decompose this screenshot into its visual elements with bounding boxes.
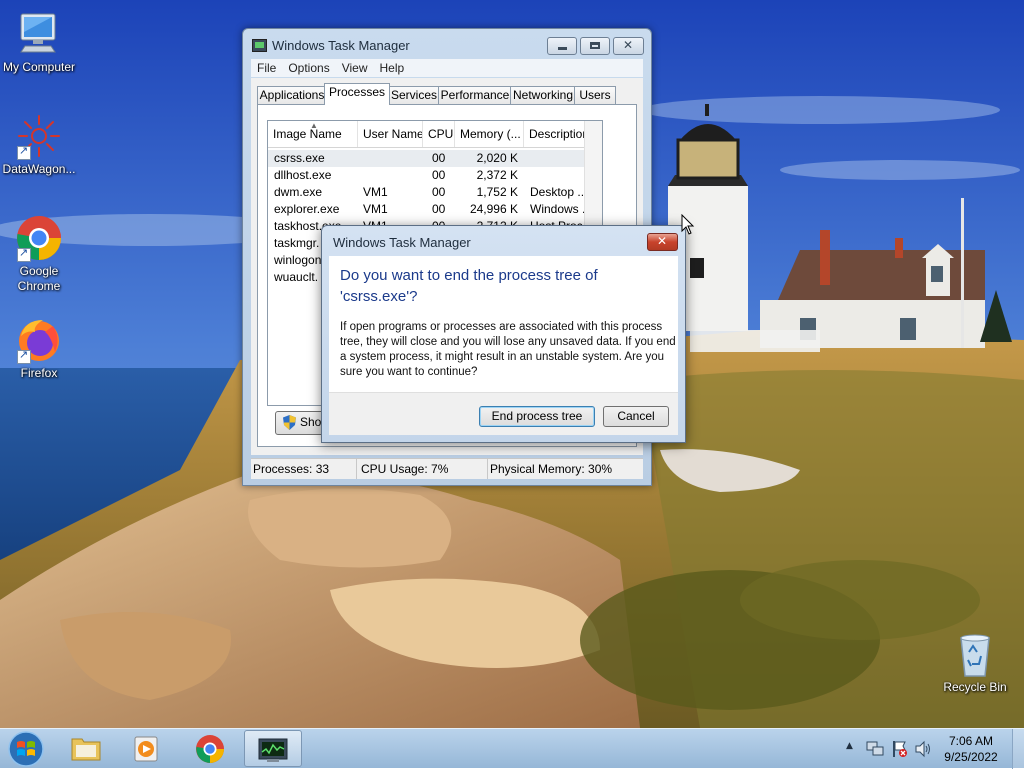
cancel-button[interactable]: Cancel: [603, 406, 669, 427]
shortcut-arrow-icon: [17, 246, 31, 262]
tab-processes[interactable]: Processes: [324, 83, 390, 105]
menu-bar: File Options View Help: [251, 59, 643, 77]
status-bar: Processes: 33 CPU Usage: 7% Physical Mem…: [251, 458, 643, 479]
table-row[interactable]: explorer.exe VM1 00 24,996 K Windows ...: [268, 201, 602, 218]
cell-image: dllhost.exe: [274, 168, 332, 182]
shortcut-arrow-icon: [17, 348, 31, 364]
dialog-message: If open programs or processes are associ…: [340, 321, 676, 378]
chrome-icon: [15, 214, 63, 262]
menu-file[interactable]: File: [251, 59, 282, 77]
process-list-header: ▲ Image Name User Name CPU Memory (... De…: [268, 121, 602, 148]
datawagon-icon: [15, 112, 63, 160]
task-manager-app-icon: [252, 39, 267, 52]
table-row[interactable]: csrss.exe 00 2,020 K: [268, 150, 602, 167]
recycle-bin-icon: [951, 630, 999, 678]
system-clock[interactable]: 7:06 AM 9/25/2022: [940, 733, 1002, 765]
dialog-content: Do you want to end the process tree of '…: [329, 256, 678, 392]
end-process-tree-button[interactable]: End process tree: [479, 406, 595, 427]
desktop-icon-label: Firefox: [20, 366, 58, 380]
cell-image: dwm.exe: [274, 185, 323, 199]
cell-memory: 24,996 K: [469, 202, 518, 216]
menu-help[interactable]: Help: [374, 59, 411, 77]
windows-logo-icon: [8, 731, 44, 767]
desktop-icon-label: My Computer: [2, 60, 76, 74]
desktop-icon-label: DataWagon...: [2, 162, 76, 176]
status-physical-memory: Physical Memory: 30%: [490, 462, 613, 476]
column-image-name[interactable]: ▲ Image Name: [268, 121, 358, 147]
dialog-close-button[interactable]: [647, 233, 678, 251]
desktop-icon-label: Google Chrome: [17, 264, 61, 293]
status-processes: Processes: 33: [251, 459, 357, 479]
cell-user: VM1: [363, 185, 388, 199]
shortcut-arrow-icon: [17, 144, 31, 160]
dialog-footer: End process tree Cancel: [329, 392, 678, 435]
taskbar: ▲ 7:06 AM 9/25/2022: [0, 728, 1024, 769]
cell-memory: 1,752 K: [476, 185, 518, 199]
chrome-icon: [196, 735, 224, 763]
taskbar-chrome-button[interactable]: [182, 730, 238, 767]
column-label: Image Name: [273, 127, 342, 141]
dialog-heading: Do you want to end the process tree of '…: [340, 267, 598, 305]
computer-icon: [15, 10, 63, 58]
start-button[interactable]: [4, 730, 48, 768]
clock-date: 9/25/2022: [944, 750, 998, 764]
cell-image: csrss.exe: [274, 151, 325, 165]
table-row[interactable]: dllhost.exe 00 2,372 K: [268, 167, 602, 184]
cell-description: Desktop ...: [530, 185, 588, 199]
show-desktop-button[interactable]: [1012, 729, 1024, 769]
table-row[interactable]: dwm.exe VM1 00 1,752 K Desktop ...: [268, 184, 602, 201]
network-icon[interactable]: [866, 740, 884, 758]
desktop-icon-firefox[interactable]: Firefox: [0, 316, 79, 381]
cell-cpu: 00: [432, 151, 446, 165]
desktop-icon-label: Recycle Bin: [943, 680, 1007, 694]
cell-cpu: 00: [432, 185, 446, 199]
menu-options[interactable]: Options: [282, 59, 335, 77]
uac-shield-icon: [283, 415, 296, 430]
status-cpu-usage: CPU Usage: 7%: [357, 459, 488, 479]
cell-memory: 2,372 K: [476, 168, 518, 182]
action-center-flag-icon[interactable]: [890, 740, 908, 758]
column-memory[interactable]: Memory (...: [455, 121, 524, 147]
cell-cpu: 00: [432, 168, 446, 182]
maximize-button[interactable]: [580, 37, 610, 55]
folder-icon: [71, 738, 101, 761]
tab-applications[interactable]: Applications: [257, 86, 327, 104]
media-player-icon: [134, 736, 158, 762]
tab-networking[interactable]: Networking: [510, 86, 576, 104]
desktop-icon-google-chrome[interactable]: Google Chrome: [0, 214, 79, 294]
menu-view[interactable]: View: [336, 59, 374, 77]
cell-description: Windows ...: [530, 202, 592, 216]
tab-services[interactable]: Services: [388, 86, 440, 104]
tab-users[interactable]: Users: [574, 86, 616, 104]
dialog-title: Windows Task Manager: [333, 235, 471, 250]
task-manager-titlebar[interactable]: Windows Task Manager: [243, 29, 651, 59]
sort-arrow-icon: ▲: [310, 121, 318, 130]
cell-image: explorer.exe: [274, 202, 340, 216]
taskbar-media-player-button[interactable]: [118, 730, 174, 767]
minimize-button[interactable]: [547, 37, 577, 55]
clock-time: 7:06 AM: [948, 734, 994, 748]
end-process-tree-dialog[interactable]: Windows Task Manager Do you want to end …: [321, 225, 686, 443]
close-button[interactable]: [613, 37, 644, 55]
taskbar-task-manager-button[interactable]: [244, 730, 302, 767]
task-manager-icon: [258, 738, 288, 762]
volume-icon[interactable]: [914, 740, 932, 758]
show-hidden-icons-chevron-icon[interactable]: ▲: [846, 741, 853, 751]
cell-user: VM1: [363, 202, 388, 216]
desktop-icon-recycle-bin[interactable]: Recycle Bin: [935, 630, 1015, 695]
column-cpu[interactable]: CPU: [423, 121, 455, 147]
mouse-cursor-icon: [681, 214, 695, 235]
cell-memory: 2,020 K: [476, 151, 518, 165]
window-title: Windows Task Manager: [272, 38, 410, 53]
desktop-icon-datawagon[interactable]: DataWagon...: [0, 112, 79, 177]
tab-performance[interactable]: Performance: [438, 86, 512, 104]
cell-cpu: 00: [432, 202, 446, 216]
firefox-icon: [15, 316, 63, 364]
column-user-name[interactable]: User Name: [358, 121, 423, 147]
taskbar-explorer-button[interactable]: [58, 730, 114, 767]
desktop-icon-my-computer[interactable]: My Computer: [0, 10, 79, 75]
